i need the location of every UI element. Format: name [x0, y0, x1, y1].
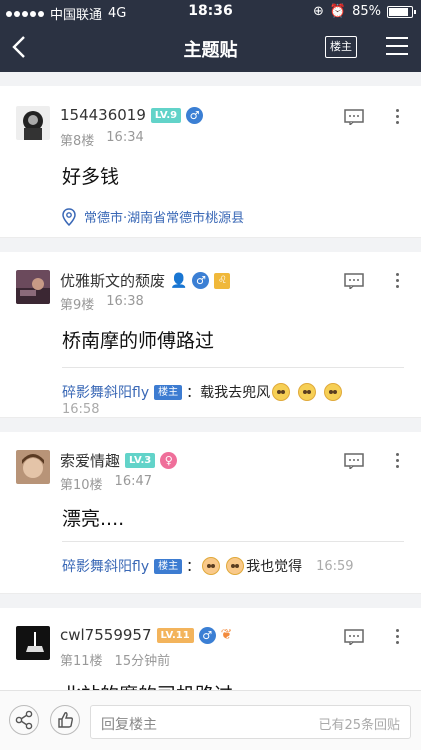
- post-floor-11: cwl7559957 LV.11 ♂ ❦ 第11楼 15分钟前 北站的摩的司机路…: [0, 608, 421, 690]
- reply-author[interactable]: 碎影舞斜阳fly: [62, 556, 149, 576]
- lungs-badge-icon: ❦: [220, 627, 233, 643]
- grinning-emoji-icon: [226, 557, 245, 575]
- reply-author[interactable]: 碎影舞斜阳fly: [62, 382, 149, 402]
- bottom-reply-bar: 回复楼主 已有25条回贴: [0, 690, 421, 750]
- battery-percent: 85%: [352, 4, 381, 19]
- username-row: 154436019 LV.9 ♂: [60, 106, 204, 124]
- post-meta: 第8楼 16:34: [60, 130, 144, 149]
- more-options-icon[interactable]: [396, 629, 400, 645]
- battery-icon: [387, 5, 416, 18]
- op-only-button[interactable]: 楼主: [325, 36, 357, 58]
- reply-count: 已有25条回贴: [318, 718, 400, 733]
- page-title: 主题贴: [183, 40, 238, 61]
- laughing-emoji-icon: [272, 383, 291, 401]
- reply-text: ：载我去兜风: [186, 385, 271, 401]
- male-icon: ♂: [192, 272, 210, 289]
- grinning-emoji-icon: [202, 557, 221, 575]
- reply-input[interactable]: 回复楼主 已有25条回贴: [90, 705, 411, 739]
- section-gap: [0, 238, 421, 252]
- male-icon: ♂: [198, 626, 216, 644]
- user-avatar-badge-icon: 👤: [170, 272, 188, 289]
- avatar[interactable]: [16, 106, 50, 140]
- location-label: 常德市·湖南省常德市桃源县: [84, 211, 245, 226]
- more-options-icon[interactable]: [396, 453, 400, 469]
- post-floor-9: 优雅斯文的颓废 👤 ♂ ♌ 第9楼 16:38 桥南摩的师傅路过 碎影舞斜阳fl…: [0, 252, 421, 418]
- post-text: 好多钱: [62, 166, 120, 188]
- section-gap: [0, 72, 421, 86]
- op-badge: 楼主: [154, 558, 183, 574]
- op-badge: 楼主: [154, 384, 183, 400]
- status-right: ⊕ ⏰ 85%: [313, 4, 416, 19]
- level-badge: LV.11: [156, 627, 194, 643]
- avatar[interactable]: [16, 270, 50, 304]
- location-pin-icon: [62, 207, 76, 226]
- post-time: 16:38: [106, 294, 144, 309]
- rotation-lock-icon: ⊕: [313, 4, 324, 19]
- avatar[interactable]: [16, 626, 50, 660]
- comment-icon[interactable]: [344, 273, 364, 291]
- post-text: 桥南摩的师傅路过: [62, 330, 215, 352]
- username[interactable]: 索爱情趣: [60, 450, 120, 471]
- username-row: 优雅斯文的颓废 👤 ♂ ♌: [60, 270, 231, 291]
- divider: [62, 541, 404, 542]
- more-options-icon[interactable]: [396, 273, 400, 289]
- status-bar: 中国联通 4G 18:36 ⊕ ⏰ 85%: [0, 0, 421, 23]
- post-floor-10: 索爱情趣 LV.3 ♀ 第10楼 16:47 漂亮.... 碎影舞斜阳fly 楼…: [0, 432, 421, 594]
- floor-number: 第8楼: [60, 134, 95, 149]
- post-meta: 第11楼 15分钟前: [60, 650, 170, 669]
- laughing-emoji-icon: [298, 383, 317, 401]
- reply-time: 16:58: [62, 402, 100, 417]
- comment-icon[interactable]: [344, 109, 364, 127]
- reply-time: 16:59: [316, 558, 354, 574]
- sub-reply[interactable]: 碎影舞斜阳fly 楼主 ：载我去兜风: [62, 382, 344, 402]
- zodiac-leo-icon: ♌: [214, 272, 231, 289]
- thread-content[interactable]: 154436019 LV.9 ♂ 第8楼 16:34 好多钱 常德市·湖南省常德…: [0, 72, 421, 690]
- section-gap: [0, 418, 421, 432]
- username[interactable]: 优雅斯文的颓废: [60, 270, 165, 291]
- reply-text: 我也觉得: [246, 559, 303, 575]
- nav-bar: 主题贴 楼主: [0, 22, 421, 72]
- more-options-icon[interactable]: [396, 109, 400, 125]
- username[interactable]: cwl7559957: [60, 626, 152, 644]
- battery-fill: [389, 7, 408, 16]
- sub-reply[interactable]: 碎影舞斜阳fly 楼主 ： 我也觉得 16:59: [62, 556, 354, 576]
- reply-prefix: ：: [186, 559, 201, 575]
- floor-number: 第10楼: [60, 478, 103, 493]
- laughing-emoji-icon: [324, 383, 343, 401]
- avatar[interactable]: [16, 450, 50, 484]
- reply-placeholder: 回复楼主: [101, 717, 157, 733]
- app-header: 中国联通 4G 18:36 ⊕ ⏰ 85% 主题贴 楼主: [0, 0, 421, 72]
- alarm-icon: ⏰: [329, 4, 347, 19]
- username-row: 索爱情趣 LV.3 ♀: [60, 450, 178, 471]
- floor-number: 第9楼: [60, 298, 95, 313]
- level-badge: LV.9: [150, 107, 182, 123]
- floor-number: 第11楼: [60, 654, 103, 669]
- female-icon: ♀: [160, 452, 178, 469]
- post-time: 16:34: [106, 130, 144, 145]
- male-icon: ♂: [186, 106, 204, 124]
- post-time: 15分钟前: [114, 654, 171, 669]
- post-meta: 第10楼 16:47: [60, 474, 152, 493]
- section-gap: [0, 594, 421, 608]
- comment-icon[interactable]: [344, 453, 364, 471]
- post-floor-8: 154436019 LV.9 ♂ 第8楼 16:34 好多钱 常德市·湖南省常德…: [0, 86, 421, 238]
- post-text: 漂亮....: [62, 508, 125, 530]
- post-meta: 第9楼 16:38: [60, 294, 144, 313]
- username[interactable]: 154436019: [60, 106, 146, 124]
- comment-icon[interactable]: [344, 629, 364, 647]
- divider: [62, 367, 404, 368]
- username-row: cwl7559957 LV.11 ♂ ❦: [60, 626, 232, 644]
- post-text: 北站的摩的司机路过: [62, 680, 233, 690]
- hamburger-menu-icon[interactable]: [386, 37, 408, 57]
- post-time: 16:47: [114, 474, 153, 489]
- share-icon[interactable]: [9, 705, 39, 735]
- location-row[interactable]: 常德市·湖南省常德市桃源县: [62, 207, 244, 226]
- level-badge: LV.3: [125, 453, 156, 468]
- thumbs-up-icon[interactable]: [50, 705, 80, 735]
